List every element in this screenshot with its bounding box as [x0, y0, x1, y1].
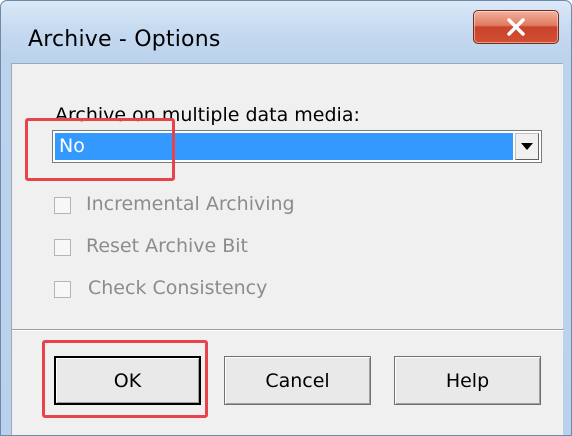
archive-options-dialog: Archive - Options Archive on multiple da… [0, 0, 572, 436]
option-check-consistency[interactable]: Check Consistency [54, 277, 314, 306]
reset-archive-bit-checkbox[interactable] [54, 239, 71, 256]
highlight-box-dropdown [25, 118, 175, 181]
option-incremental-archiving[interactable]: Incremental Archiving [54, 193, 314, 222]
close-icon [507, 18, 525, 36]
dialog-body: Archive on multiple data media: No Incre… [11, 63, 564, 435]
chevron-down-icon [521, 143, 533, 150]
close-button[interactable] [473, 10, 559, 44]
option-reset-archive-bit[interactable]: Reset Archive Bit [54, 235, 314, 264]
check-consistency-label: Check Consistency [88, 277, 268, 299]
dropdown-arrow-button[interactable] [515, 133, 539, 160]
incremental-archiving-label: Incremental Archiving [86, 193, 295, 215]
incremental-archiving-checkbox[interactable] [54, 197, 71, 214]
reset-archive-bit-label: Reset Archive Bit [86, 235, 249, 257]
help-button[interactable]: Help [394, 356, 541, 405]
check-consistency-checkbox[interactable] [54, 281, 71, 298]
button-separator [12, 329, 564, 331]
highlight-box-ok-button [42, 340, 208, 418]
window-title: Archive - Options [28, 27, 221, 52]
cancel-button[interactable]: Cancel [224, 356, 371, 405]
